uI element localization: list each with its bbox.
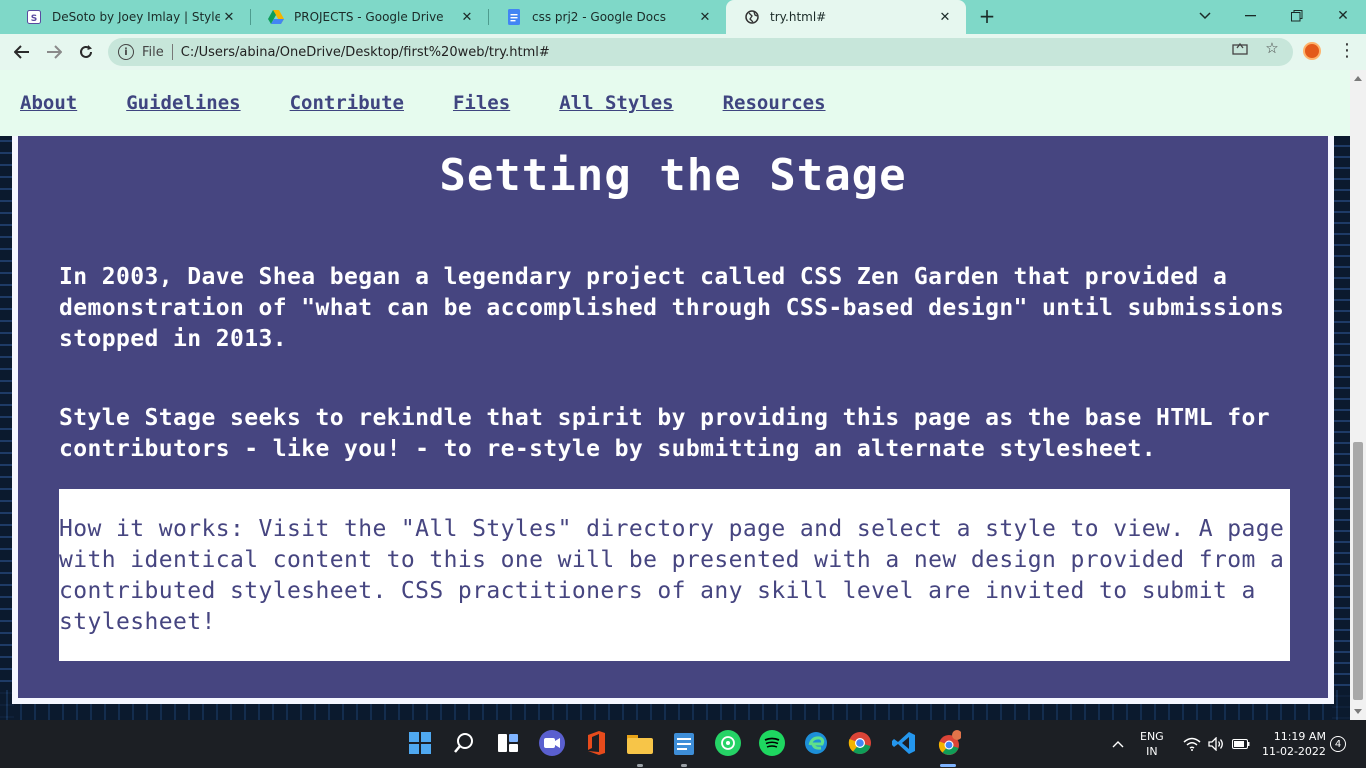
- tab-title: try.html#: [770, 10, 827, 24]
- battery-icon[interactable]: [1232, 720, 1250, 768]
- tab-title: css prj2 - Google Docs: [532, 10, 666, 24]
- intro-section: Setting the Stage In 2003, Dave Shea beg…: [12, 136, 1334, 704]
- nav-link-guidelines[interactable]: Guidelines: [126, 92, 240, 114]
- close-icon[interactable]: ✕: [936, 8, 954, 26]
- tab-search-chevron-icon[interactable]: [1193, 4, 1217, 28]
- svg-text:S: S: [31, 14, 37, 24]
- notification-count-badge[interactable]: 4: [1330, 736, 1346, 752]
- teams-chat-icon[interactable]: [539, 730, 565, 756]
- intro-paragraph: Style Stage seeks to rekindle that spiri…: [59, 405, 1271, 462]
- clock-time: 11:19 AM: [1273, 730, 1326, 743]
- region-label: IN: [1146, 745, 1158, 758]
- search-icon[interactable]: [451, 730, 477, 756]
- edge-icon[interactable]: [803, 730, 829, 756]
- tab-desoto[interactable]: S DeSoto by Joey Imlay | Style Stag ✕: [8, 0, 250, 34]
- nav-link-contribute[interactable]: Contribute: [290, 92, 404, 114]
- google-docs-favicon: [506, 9, 522, 25]
- close-icon[interactable]: ✕: [458, 8, 476, 26]
- page-viewport: About Guidelines Contribute Files All St…: [0, 70, 1350, 720]
- intro-paragraph: In 2003, Dave Shea began a legendary pro…: [59, 264, 1285, 352]
- new-tab-button[interactable]: +: [976, 6, 998, 28]
- running-indicator: [637, 764, 643, 767]
- google-drive-favicon: [268, 9, 284, 25]
- bookmark-star-icon[interactable]: ☆: [1262, 38, 1282, 58]
- scheme-label: File: [142, 44, 164, 60]
- chrome-profile-icon[interactable]: [935, 730, 961, 756]
- minimize-icon[interactable]: [1239, 4, 1263, 28]
- close-window-icon[interactable]: ✕: [1331, 4, 1355, 28]
- office-icon[interactable]: [583, 730, 609, 756]
- share-icon[interactable]: [1230, 38, 1250, 58]
- nav-link-resources[interactable]: Resources: [723, 92, 826, 114]
- globe-favicon: [744, 9, 760, 25]
- show-hidden-icons-chevron-icon[interactable]: [1112, 720, 1124, 768]
- nav-link-files[interactable]: Files: [453, 92, 510, 114]
- browser-menu-icon[interactable]: ⋮: [1338, 40, 1356, 62]
- running-indicator: [681, 764, 687, 767]
- style-stage-favicon: S: [26, 9, 42, 25]
- whatsapp-icon[interactable]: [715, 730, 741, 756]
- address-bar[interactable]: i File C:/Users/abina/OneDrive/Desktop/f…: [108, 38, 1293, 66]
- language-label: ENG: [1140, 730, 1164, 743]
- forward-arrow-icon[interactable]: [42, 40, 66, 64]
- extension-icon[interactable]: [1303, 42, 1321, 60]
- section-heading: Setting the Stage: [439, 150, 907, 201]
- url-text[interactable]: C:/Users/abina/OneDrive/Desktop/first%20…: [181, 45, 550, 60]
- windows-taskbar: ENG IN 11:19 AM 11-02-2022: [0, 720, 1366, 768]
- active-app-indicator: [940, 764, 956, 767]
- volume-icon[interactable]: [1208, 720, 1224, 768]
- site-navigation: About Guidelines Contribute Files All St…: [0, 70, 1350, 136]
- back-arrow-icon[interactable]: [10, 40, 34, 64]
- tab-google-drive[interactable]: PROJECTS - Google Drive ✕: [250, 0, 488, 34]
- browser-tab-strip: S DeSoto by Joey Imlay | Style Stag ✕ PR…: [0, 0, 1366, 34]
- restore-icon[interactable]: [1285, 4, 1309, 28]
- tab-try-html[interactable]: try.html# ✕: [726, 0, 966, 34]
- close-icon[interactable]: ✕: [696, 8, 714, 26]
- vs-code-icon[interactable]: [891, 730, 917, 756]
- close-icon[interactable]: ✕: [220, 8, 238, 26]
- background-code-image: [1332, 70, 1350, 720]
- nav-link-all-styles[interactable]: All Styles: [559, 92, 673, 114]
- wifi-icon[interactable]: [1183, 720, 1201, 768]
- how-it-works-box: How it works: Visit the "All Styles" dir…: [59, 489, 1290, 661]
- nav-link-about[interactable]: About: [20, 92, 77, 114]
- clock[interactable]: 11:19 AM 11-02-2022: [1262, 720, 1326, 768]
- file-explorer-icon[interactable]: [627, 730, 653, 756]
- how-it-works-text: How it works: Visit the "All Styles" dir…: [59, 516, 1285, 635]
- scroll-up-arrow-icon[interactable]: [1354, 76, 1362, 81]
- site-info-icon[interactable]: i: [118, 44, 134, 60]
- vertical-scrollbar[interactable]: [1350, 70, 1366, 720]
- clock-date: 11-02-2022: [1262, 745, 1326, 758]
- scroll-down-arrow-icon[interactable]: [1354, 709, 1362, 714]
- notepad-icon[interactable]: [671, 730, 697, 756]
- tab-title: DeSoto by Joey Imlay | Style Stag: [52, 10, 220, 24]
- reload-icon[interactable]: [74, 40, 98, 64]
- omnibox-divider: [171, 44, 173, 60]
- tab-title: PROJECTS - Google Drive: [294, 10, 444, 24]
- browser-toolbar: i File C:/Users/abina/OneDrive/Desktop/f…: [0, 34, 1366, 70]
- chrome-icon[interactable]: [847, 730, 873, 756]
- tab-google-docs[interactable]: css prj2 - Google Docs ✕: [488, 0, 726, 34]
- language-indicator[interactable]: ENG IN: [1140, 720, 1164, 768]
- windows-start-icon[interactable]: [407, 730, 433, 756]
- spotify-icon[interactable]: [759, 730, 785, 756]
- scroll-thumb[interactable]: [1353, 442, 1363, 700]
- task-view-icon[interactable]: [495, 730, 521, 756]
